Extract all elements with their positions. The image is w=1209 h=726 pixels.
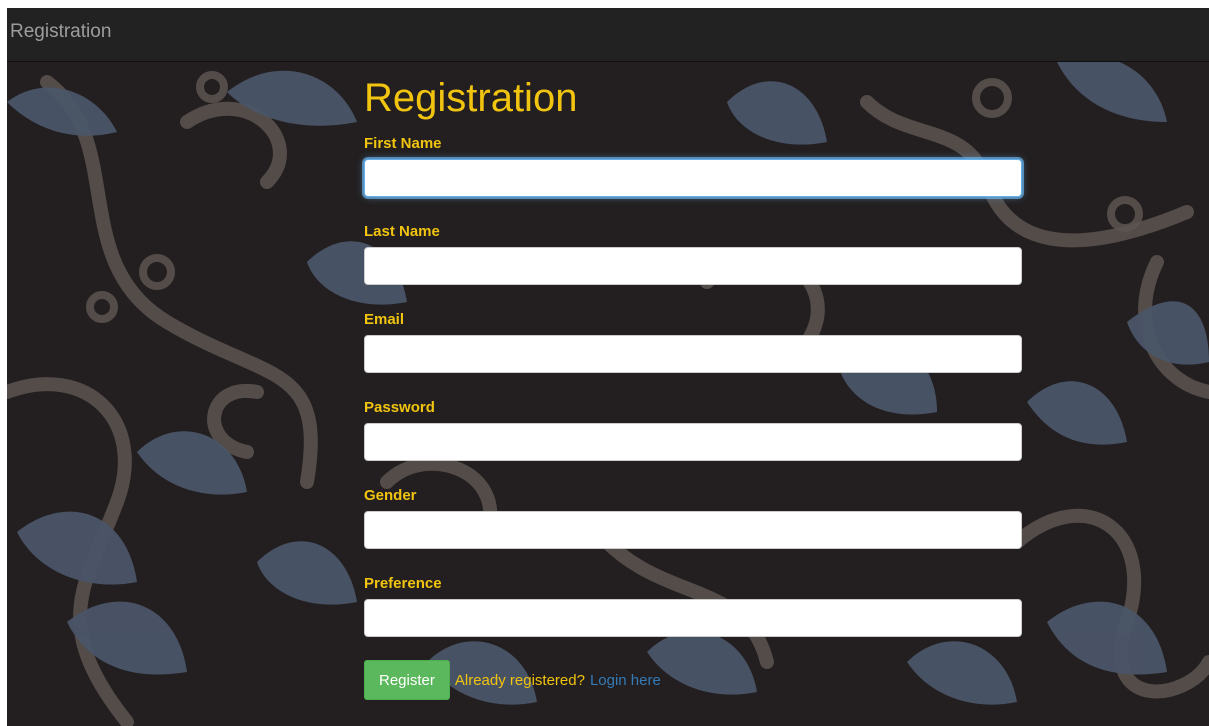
preference-field[interactable] xyxy=(364,599,1022,637)
page-title: Registration xyxy=(364,76,578,120)
gender-group: Gender xyxy=(364,486,1024,549)
navbar-brand[interactable]: Registration xyxy=(10,21,111,43)
gender-label: Gender xyxy=(364,487,417,504)
password-field[interactable] xyxy=(364,423,1022,461)
email-field[interactable] xyxy=(364,335,1022,373)
email-group: Email xyxy=(364,310,1024,373)
form-actions: Register Already registered? Login here xyxy=(364,660,661,700)
navbar: Registration xyxy=(7,8,1209,62)
password-group: Password xyxy=(364,398,1024,461)
last-name-field[interactable] xyxy=(364,247,1022,285)
register-button[interactable]: Register xyxy=(364,660,450,700)
last-name-group: Last Name xyxy=(364,222,1024,285)
gender-field[interactable] xyxy=(364,511,1022,549)
first-name-field[interactable] xyxy=(364,159,1022,197)
email-label: Email xyxy=(364,311,405,328)
preference-label: Preference xyxy=(364,575,442,592)
preference-group: Preference xyxy=(364,574,1024,637)
last-name-label: Last Name xyxy=(364,223,440,240)
password-label: Password xyxy=(364,399,435,416)
already-registered-text: Already registered? xyxy=(454,671,585,689)
page-frame: Registration Registration First Name Las… xyxy=(7,8,1209,726)
first-name-label: First Name xyxy=(364,135,442,152)
login-link[interactable]: Login here xyxy=(590,672,661,689)
first-name-group: First Name xyxy=(364,134,1024,197)
